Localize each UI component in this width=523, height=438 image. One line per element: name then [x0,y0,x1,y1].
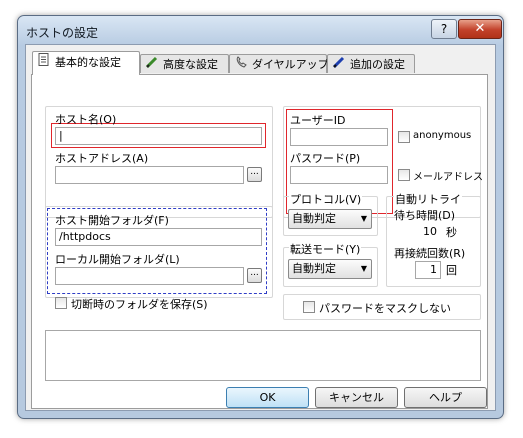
protocol-select-value: 自動判定 [292,212,336,225]
dialog-client-area: 基本的な設定 高度な設定 ダイヤルアップ 追加の設定 ホスト名(O) | ホスト… [25,44,496,411]
mask-password-label: パスワードをマスクしない [319,302,451,315]
chevron-down-icon: ▼ [360,214,367,223]
host-name-input[interactable]: | [55,127,262,145]
mask-password-checkbox[interactable] [303,301,315,313]
protocol-label: プロトコル(V) [289,191,363,207]
transfer-mode-select-value: 自動判定 [292,262,336,275]
tab-label: 追加の設定 [350,58,405,71]
host-address-input[interactable] [55,166,244,184]
host-settings-window: ホストの設定 ? ✕ 基本的な設定 高度な設定 ダイヤルアップ 追加の設定 ホス… [17,15,504,419]
close-button[interactable]: ✕ [458,19,502,39]
host-address-browse-button[interactable]: ... [247,167,262,182]
comment-textarea[interactable] [45,330,481,381]
retry-count-input[interactable]: 1 [415,261,441,279]
tab-additional-settings[interactable]: 追加の設定 [327,54,415,73]
user-id-input[interactable] [290,128,388,146]
wait-time-unit: 秒 [446,226,457,239]
password-input[interactable] [290,166,388,184]
blue-pen-icon [332,55,346,74]
phone-icon [234,55,248,74]
title-help-button[interactable]: ? [431,19,457,39]
cancel-button[interactable]: キャンセル [315,387,398,408]
anonymous-label: anonymous [413,130,472,141]
chevron-down-icon: ▼ [360,264,367,273]
anonymous-checkbox[interactable] [398,131,410,143]
help-button[interactable]: ヘルプ [404,387,487,408]
password-label: パスワード(P) [290,152,361,165]
retry-count-label: 再接続回数(R) [394,247,466,260]
pencil-icon [145,55,159,74]
retry-count-unit: 回 [446,264,457,277]
page-icon [37,52,51,74]
tab-label: ダイヤルアップ [252,58,329,71]
host-address-label: ホストアドレス(A) [55,152,149,165]
transfer-mode-label: 転送モード(Y) [289,241,362,257]
wait-time-input[interactable]: 10 [415,223,441,241]
transfer-mode-select[interactable]: 自動判定 ▼ [288,259,372,279]
host-name-label: ホスト名(O) [55,113,117,126]
wait-time-label: 待ち時間(D) [394,209,456,222]
window-title: ホストの設定 [26,26,99,40]
folder-group-highlight [47,208,267,294]
tab-label: 高度な設定 [163,58,218,71]
save-folder-checkbox[interactable] [55,297,67,309]
tab-label: 基本的な設定 [55,56,121,69]
mail-address-checkbox[interactable] [398,169,410,181]
tab-basic-settings[interactable]: 基本的な設定 [32,51,140,75]
tab-advanced-settings[interactable]: 高度な設定 [140,54,229,73]
protocol-select[interactable]: 自動判定 ▼ [288,209,372,229]
basic-settings-panel: ホスト名(O) | ホストアドレス(A) ... ユーザーID パスワード(P)… [31,74,488,409]
mail-address-label: メールアドレス [413,172,483,183]
user-id-label: ユーザーID [290,114,346,127]
save-folder-label: 切断時のフォルダを保存(S) [71,298,208,311]
tab-dialup[interactable]: ダイヤルアップ [229,54,329,74]
retry-label: 自動リトライ [394,191,462,207]
ok-button[interactable]: OK [226,387,309,408]
